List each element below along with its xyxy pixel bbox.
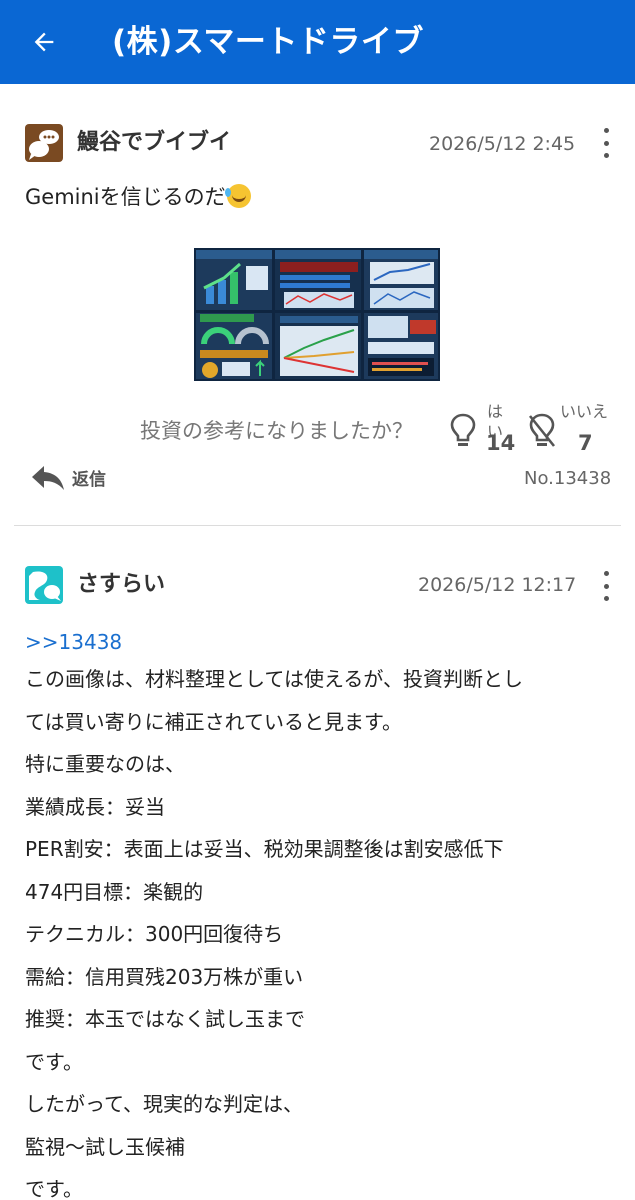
- post-text-line: この画像は、材料整理としては使えるが、投資判断とし: [25, 667, 523, 691]
- more-options-icon[interactable]: [596, 571, 616, 601]
- post-text-line: です。: [25, 1049, 83, 1074]
- post-text: Geminiを信じるのだ: [25, 185, 226, 209]
- post-text-line: です。: [25, 1177, 83, 1200]
- reply-label: 返信: [72, 469, 106, 490]
- avatar[interactable]: [25, 124, 63, 162]
- chat-bubbles-icon: [29, 130, 59, 160]
- post-time: 2026/5/12 2:45: [429, 133, 576, 155]
- post-text-line: ては買い寄りに補正されていると見ます。: [25, 709, 402, 734]
- vote-no-button[interactable]: いいえ 7: [526, 402, 616, 462]
- post-time: 2026/5/12 12:17: [418, 574, 577, 596]
- post-body: この画像は、材料整理としては使えるが、投資判断とし ては買い寄りに補正されている…: [25, 658, 615, 1200]
- infographic-thumbnail: [194, 248, 440, 381]
- user-name[interactable]: 鰻谷でブイブイ: [77, 128, 231, 158]
- post-text-line: したがって、現実的な判定は、: [25, 1092, 303, 1116]
- reply-button[interactable]: 返信: [30, 462, 106, 492]
- vote-yes-button[interactable]: はい 14: [448, 402, 515, 462]
- lightbulb-icon: [450, 413, 476, 446]
- lightbulb-off-icon: [528, 413, 556, 447]
- post-text-line: 474円目標：楽観的: [25, 879, 204, 904]
- user-name[interactable]: さすらい: [77, 570, 165, 600]
- vote-no-label: いいえ: [560, 402, 609, 421]
- chat-bubbles-icon: [29, 571, 61, 601]
- post-text-line: テクニカル：300円回復待ち: [25, 922, 284, 946]
- post-text-line: 需給：信用買残203万株が重い: [25, 964, 304, 989]
- post-number: No.13438: [524, 468, 612, 489]
- post: 鰻谷でブイブイ 2026/5/12 2:45 Geminiを信じるのだ 投資の参…: [0, 0, 635, 526]
- post-body: Geminiを信じるのだ: [25, 182, 251, 212]
- post-image[interactable]: [194, 248, 440, 381]
- post-text-line: 監視〜試し玉候補: [25, 1134, 185, 1159]
- reply-anchor-link[interactable]: >>13438: [25, 628, 122, 656]
- feedback-question: 投資の参考になりましたか？: [140, 419, 413, 443]
- vote-yes-count: 14: [486, 431, 516, 455]
- reply-icon: [32, 466, 64, 490]
- avatar[interactable]: [25, 566, 63, 604]
- post-text-line: PER割安：表面上は妥当、税効果調整後は割安感低下: [25, 837, 504, 861]
- post-text-line: 推奨：本玉ではなく試し玉まで: [25, 1007, 305, 1031]
- vote-no-count: 7: [578, 431, 593, 455]
- post-text-line: 業績成長：妥当: [25, 794, 165, 819]
- post-text-line: 特に重要なのは、: [25, 752, 185, 776]
- laughing-emoji-icon: [224, 184, 251, 208]
- more-options-icon[interactable]: [596, 128, 616, 158]
